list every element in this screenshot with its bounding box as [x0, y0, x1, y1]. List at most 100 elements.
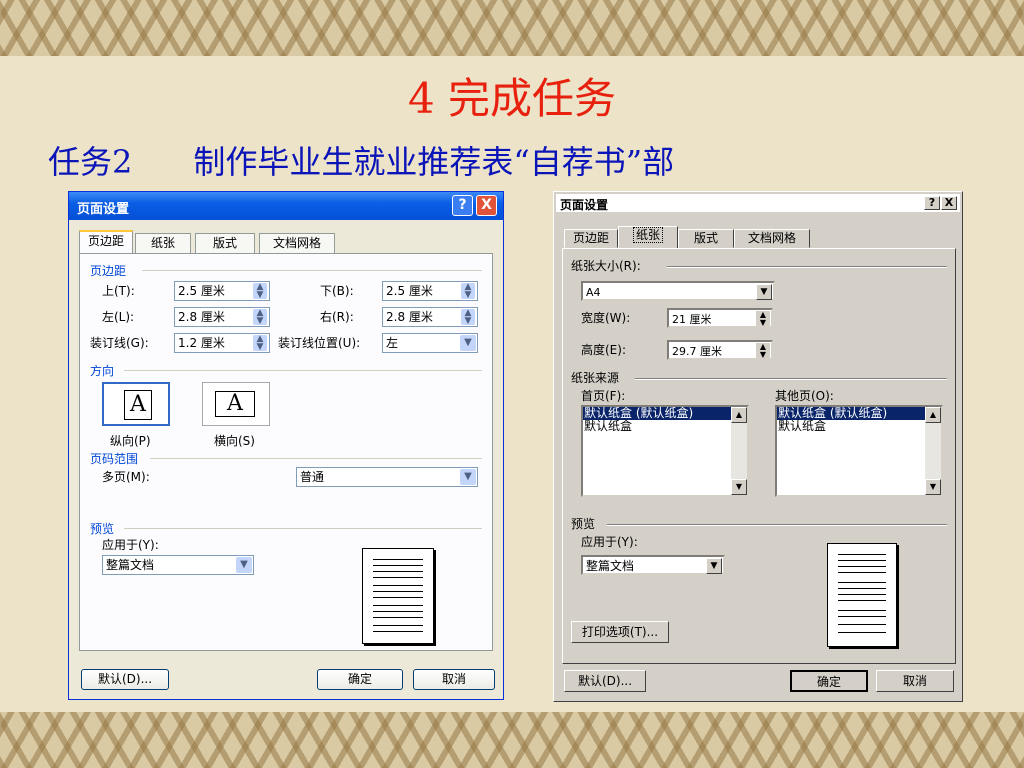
tab-document-grid[interactable]: 文档网格: [259, 233, 335, 253]
paper-size-value: A4: [586, 286, 601, 299]
spinner-icon[interactable]: ▲ ▼: [461, 283, 475, 300]
width-field[interactable]: 21 厘米 ▲ ▼: [667, 308, 773, 328]
section-divider: [667, 266, 947, 268]
bottom-margin-value: 2.5 厘米: [386, 284, 433, 298]
landscape-page-icon: A: [215, 391, 255, 417]
scrollbar[interactable]: ▲ ▼: [925, 407, 941, 495]
first-page-label: 首页(F):: [581, 389, 626, 403]
scroll-up-icon[interactable]: ▲: [925, 407, 941, 423]
multiple-pages-label: 多页(M):: [102, 470, 150, 484]
ok-button[interactable]: 确定: [317, 669, 403, 690]
gutter-value: 1.2 厘米: [178, 336, 225, 350]
tab-layout[interactable]: 版式: [678, 229, 734, 248]
first-page-list[interactable]: 默认纸盒 (默认纸盒) 默认纸盒 ▲ ▼: [581, 405, 749, 497]
gutter-label: 装订线(G):: [90, 336, 149, 350]
list-item[interactable]: 默认纸盒: [777, 420, 941, 433]
chevron-down-icon[interactable]: ▼: [236, 557, 252, 573]
chevron-down-icon[interactable]: ▼: [460, 335, 476, 351]
spinner-icon[interactable]: ▲ ▼: [461, 309, 475, 326]
scroll-up-icon[interactable]: ▲: [731, 407, 747, 423]
preview-label: 预览: [571, 517, 596, 531]
tab-paper[interactable]: 纸张: [618, 226, 678, 249]
height-field[interactable]: 29.7 厘米 ▲ ▼: [667, 340, 773, 360]
section-divider: [124, 370, 482, 371]
right-margin-field[interactable]: 2.8 厘米 ▲ ▼: [382, 307, 478, 327]
print-options-button[interactable]: 打印选项(T)...: [571, 621, 669, 643]
help-button[interactable]: ?: [452, 195, 473, 216]
gutter-position-select[interactable]: 左 ▼: [382, 333, 478, 353]
left-margin-field[interactable]: 2.8 厘米 ▲ ▼: [174, 307, 270, 327]
tab-margins[interactable]: 页边距: [79, 230, 133, 254]
section-divider: [124, 528, 482, 529]
page-setup-dialog-margins: 页面设置 ? X 页边距 纸张 版式 文档网格 页边距 上(T): 2.5 厘米…: [68, 191, 504, 700]
tab-layout[interactable]: 版式: [195, 233, 255, 253]
slide-title: 4 完成任务: [407, 74, 617, 123]
help-button[interactable]: ?: [924, 196, 940, 210]
slide-subtitle: 任务2 制作毕业生就业推荐表“自荐书”部: [48, 143, 675, 181]
width-label: 宽度(W):: [581, 311, 631, 325]
other-pages-label: 其他页(O):: [775, 389, 834, 403]
right-margin-value: 2.8 厘米: [386, 310, 433, 324]
tab-document-grid[interactable]: 文档网格: [734, 229, 810, 248]
ok-button[interactable]: 确定: [790, 670, 868, 692]
bottom-margin-field[interactable]: 2.5 厘米 ▲ ▼: [382, 281, 478, 301]
chevron-down-icon[interactable]: ▼: [706, 558, 722, 574]
apply-to-select[interactable]: 整篇文档 ▼: [581, 555, 725, 575]
close-button[interactable]: X: [476, 195, 497, 216]
chevron-down-icon[interactable]: ▼: [756, 284, 772, 300]
margins-panel: 页边距 上(T): 2.5 厘米 ▲ ▼ 下(B): 2.5 厘米 ▲ ▼ 左(L)…: [79, 253, 493, 651]
section-divider: [150, 458, 482, 459]
landscape-option[interactable]: A: [202, 382, 270, 426]
paper-size-select[interactable]: A4 ▼: [581, 281, 775, 301]
apply-to-select[interactable]: 整篇文档 ▼: [102, 555, 254, 575]
paper-size-label: 纸张大小(R):: [571, 259, 641, 273]
tab-margins[interactable]: 页边距: [564, 229, 618, 248]
cancel-button[interactable]: 取消: [413, 669, 495, 690]
other-pages-list[interactable]: 默认纸盒 (默认纸盒) 默认纸盒 ▲ ▼: [775, 405, 943, 497]
bottom-margin-label: 下(B):: [320, 284, 354, 298]
landscape-label: 横向(S): [214, 434, 255, 448]
scrollbar[interactable]: ▲ ▼: [731, 407, 747, 495]
scroll-down-icon[interactable]: ▼: [731, 479, 747, 495]
tab-paper-label: 纸张: [632, 227, 663, 243]
title-bar[interactable]: 页面设置 ? X: [556, 194, 960, 212]
top-decorative-border: [0, 0, 1024, 56]
spinner-icon[interactable]: ▲ ▼: [253, 309, 267, 326]
bottom-decorative-border: [0, 712, 1024, 768]
default-button[interactable]: 默认(D)...: [81, 669, 169, 690]
gutter-position-value: 左: [386, 336, 399, 350]
height-label: 高度(E):: [581, 343, 626, 357]
top-margin-value: 2.5 厘米: [178, 284, 225, 298]
chevron-down-icon[interactable]: ▼: [460, 469, 476, 485]
paper-source-label: 纸张来源: [571, 371, 620, 385]
page-preview: [827, 543, 897, 647]
paper-panel: 纸张大小(R): A4 ▼ 宽度(W): 21 厘米 ▲ ▼ 高度(E): 29.…: [562, 248, 956, 664]
multiple-pages-value: 普通: [300, 470, 325, 484]
page-setup-dialog-paper: 页面设置 ? X 页边距 纸张 版式 文档网格 纸张大小(R): A4 ▼ 宽度…: [553, 191, 963, 702]
spinner-icon[interactable]: ▲ ▼: [253, 283, 267, 300]
close-button[interactable]: X: [941, 196, 957, 210]
width-value: 21 厘米: [672, 313, 712, 326]
default-button[interactable]: 默认(D)...: [564, 670, 646, 692]
spinner-icon[interactable]: ▲ ▼: [756, 311, 770, 327]
apply-to-value: 整篇文档: [586, 559, 635, 573]
page-preview: [362, 548, 434, 644]
portrait-option[interactable]: A: [102, 382, 170, 426]
spinner-icon[interactable]: ▲ ▼: [253, 335, 267, 352]
list-item[interactable]: 默认纸盒: [583, 420, 747, 433]
spinner-icon[interactable]: ▲ ▼: [756, 343, 770, 359]
top-margin-field[interactable]: 2.5 厘米 ▲ ▼: [174, 281, 270, 301]
apply-to-value: 整篇文档: [106, 558, 155, 572]
tab-paper[interactable]: 纸张: [135, 233, 191, 253]
apply-to-label: 应用于(Y):: [102, 538, 159, 552]
multiple-pages-select[interactable]: 普通 ▼: [296, 467, 478, 487]
orientation-section-label: 方向: [90, 364, 115, 378]
gutter-field[interactable]: 1.2 厘米 ▲ ▼: [174, 333, 270, 353]
left-margin-label: 左(L):: [102, 310, 135, 324]
scroll-down-icon[interactable]: ▼: [925, 479, 941, 495]
dialog-title: 页面设置: [560, 198, 609, 212]
margins-section-label: 页边距: [90, 264, 127, 278]
pages-section-label: 页码范围: [90, 452, 139, 466]
cancel-button[interactable]: 取消: [876, 670, 954, 692]
title-bar[interactable]: 页面设置 ? X: [69, 192, 503, 220]
